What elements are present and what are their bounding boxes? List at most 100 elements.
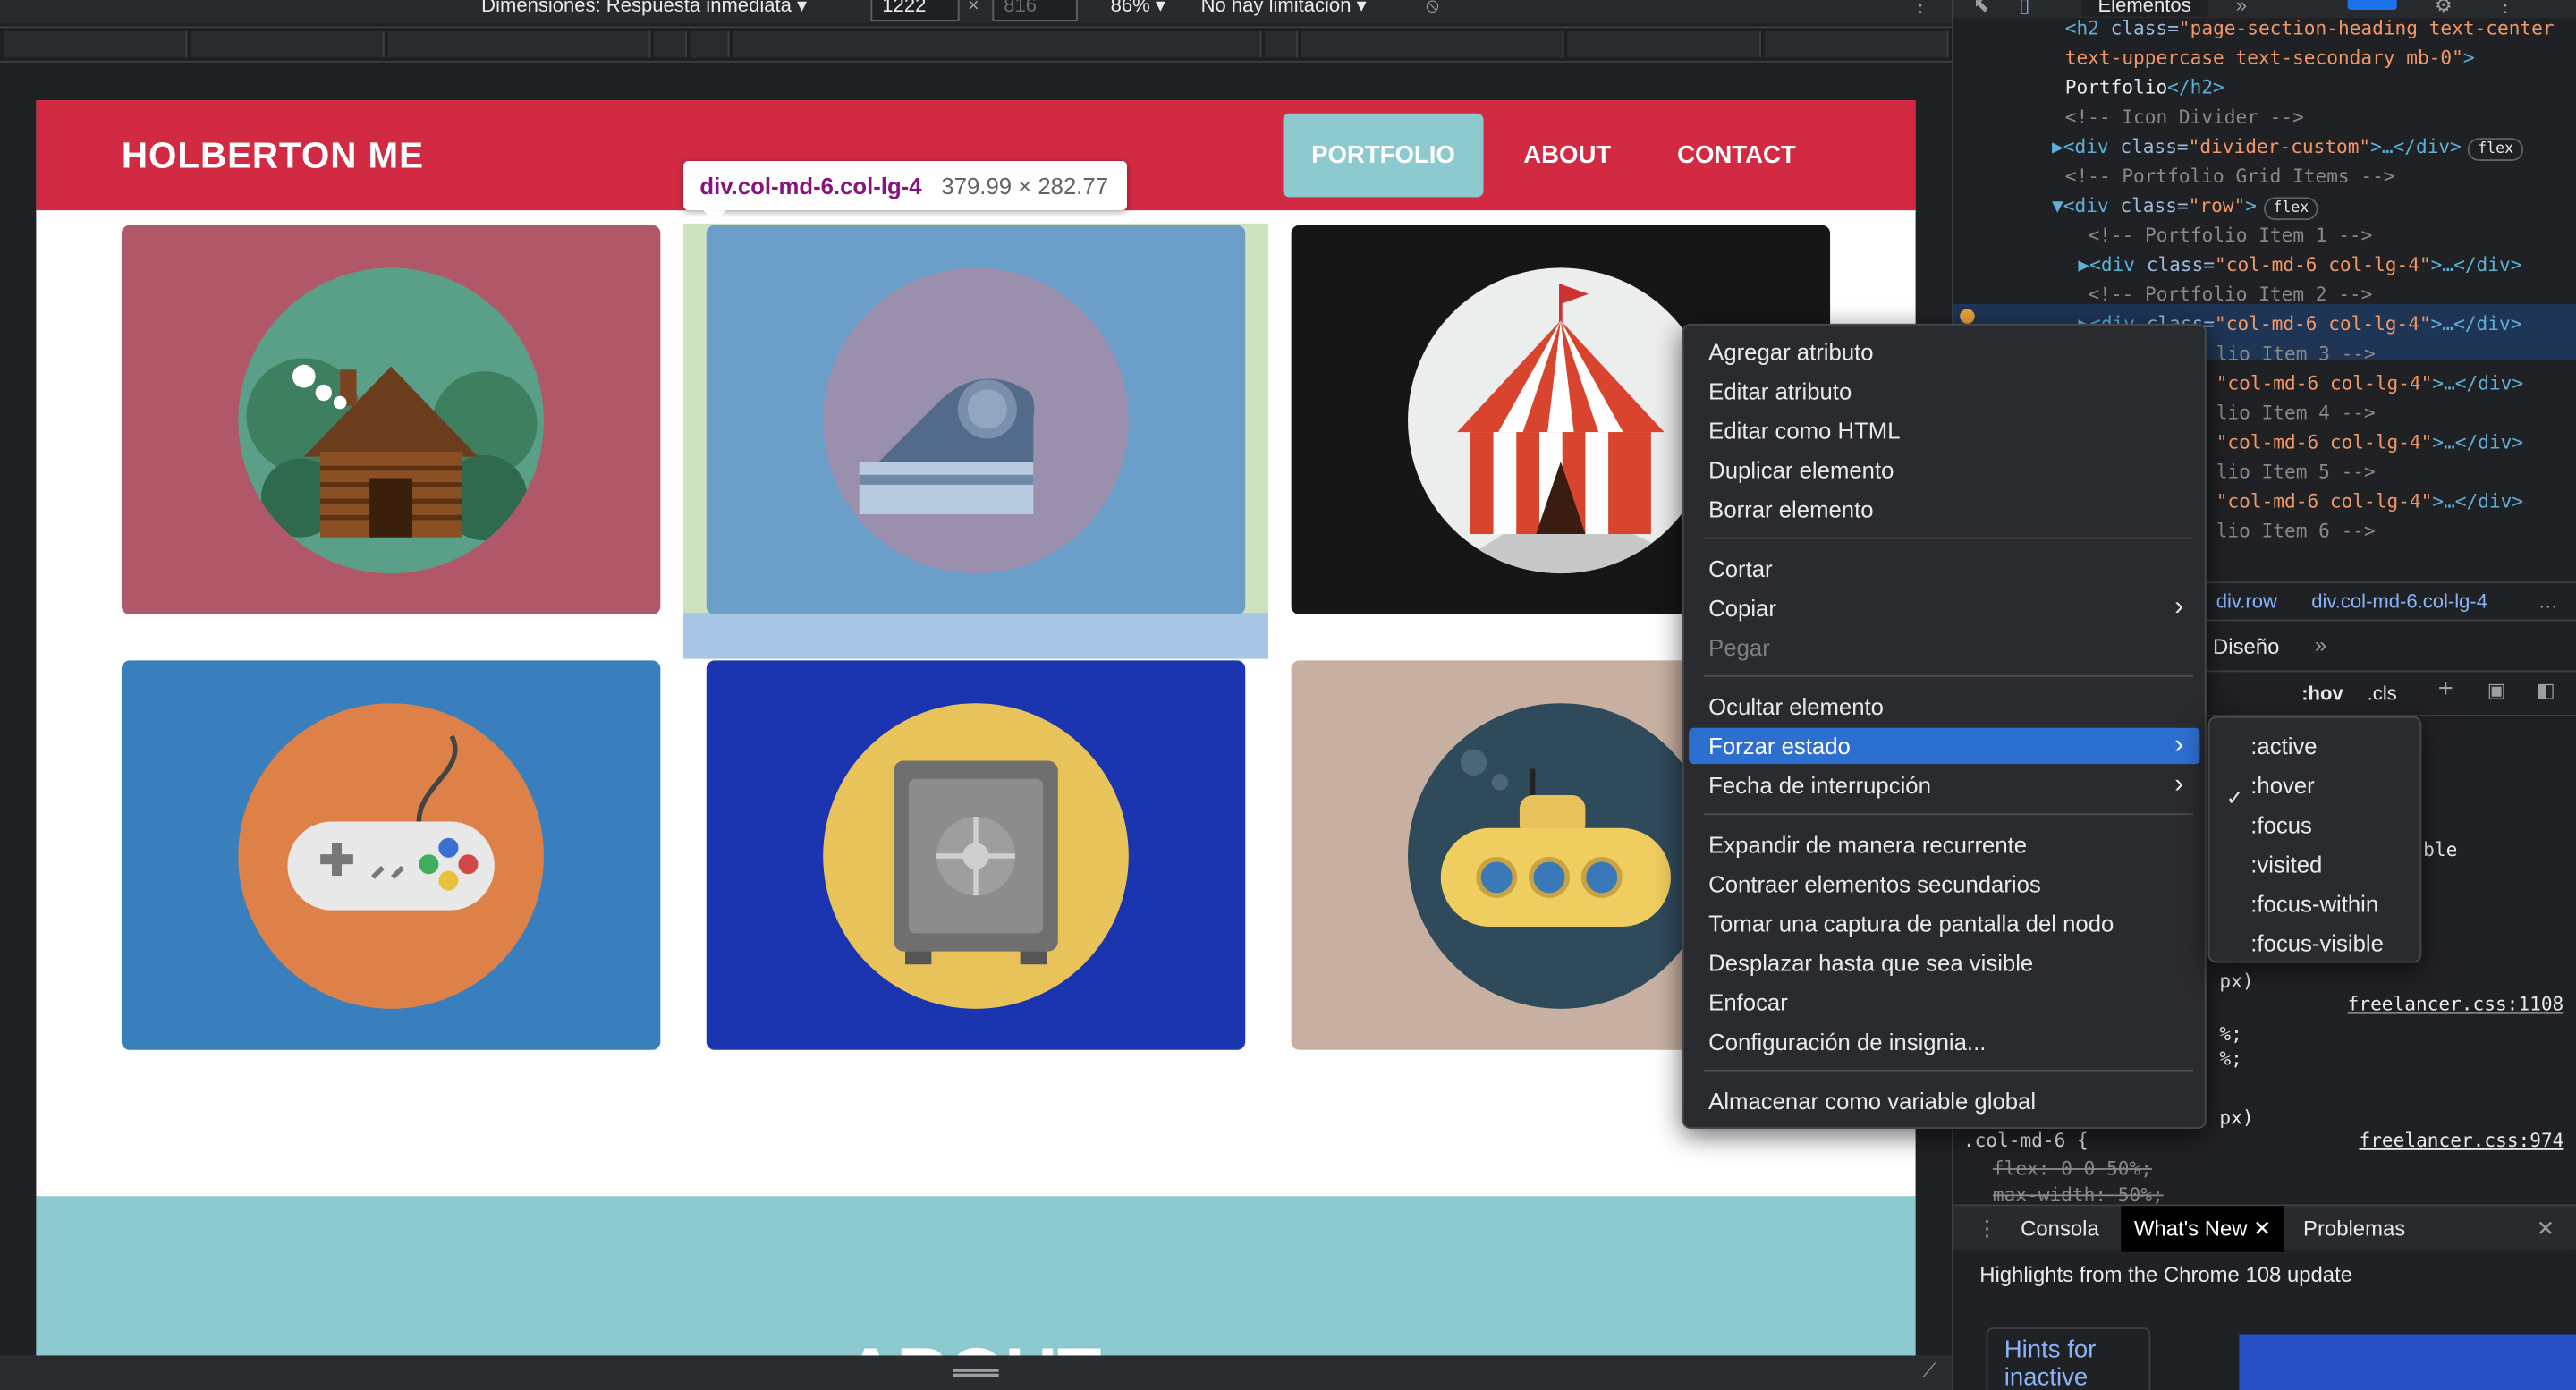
width-input[interactable]: 1222 bbox=[870, 0, 960, 21]
code-token: <!-- Portfolio Item 1 --> bbox=[2088, 223, 2373, 247]
context-menu-item[interactable]: Contraer elementos secundarios bbox=[1689, 866, 2199, 902]
hints-card[interactable]: Hints for inactive bbox=[1986, 1327, 2151, 1390]
stylesheet-link[interactable]: freelancer.css:1108 bbox=[2348, 992, 2564, 1015]
force-state-option[interactable]: :visited bbox=[2250, 846, 2322, 882]
code-token: </h2> bbox=[2167, 75, 2224, 99]
context-menu-item[interactable]: Editar como HTML bbox=[1689, 412, 2199, 448]
nav-about[interactable]: ABOUT bbox=[1504, 114, 1631, 198]
portfolio-item-cake[interactable] bbox=[706, 225, 1246, 615]
code-token: <!-- Portfolio Grid Items --> bbox=[2064, 164, 2395, 188]
flex-badge[interactable]: flex bbox=[2468, 138, 2524, 162]
zoom-dropdown[interactable]: 86% ▾ bbox=[1111, 0, 1165, 16]
media-query-bar[interactable] bbox=[0, 26, 1952, 63]
dom-node-line[interactable]: <!-- Portfolio Item 2 --> bbox=[2088, 279, 2372, 309]
stylesheet-link[interactable]: freelancer.css:974 bbox=[2360, 1129, 2564, 1152]
dom-node-line[interactable]: ▶<div class="col-md-6 col-lg-4">…</div> bbox=[2078, 250, 2521, 279]
tab-whats-new[interactable]: What's New ✕ bbox=[2121, 1206, 2284, 1252]
dom-node-line[interactable]: ▶<div class="divider-custom">…</div> flex bbox=[2052, 131, 2524, 162]
force-state-option[interactable]: :focus-visible bbox=[2250, 925, 2384, 961]
corner-resize-icon[interactable]: ⟋ bbox=[1922, 1359, 1936, 1384]
css-selector[interactable]: .col-md-6 { bbox=[1963, 1129, 2089, 1152]
message-badge[interactable] bbox=[2347, 0, 2397, 11]
portfolio-item-cabin[interactable] bbox=[121, 225, 661, 615]
paint-icon[interactable]: ▣ bbox=[2487, 679, 2506, 702]
code-token: "col-md-6 col-lg-4" bbox=[2216, 371, 2433, 394]
rotate-icon[interactable]: ⦸ bbox=[1426, 0, 1438, 18]
breadcrumb-more[interactable]: … bbox=[2538, 589, 2558, 613]
context-menu-item[interactable]: Duplicar elemento bbox=[1689, 452, 2199, 487]
dom-node-line[interactable]: lio Item 3 --> bbox=[2216, 338, 2376, 368]
add-rule-icon[interactable]: + bbox=[2438, 675, 2453, 705]
breakpoint-dot bbox=[1960, 309, 1975, 324]
dom-node-line[interactable]: <h2 class="page-section-heading text-cen… bbox=[2065, 13, 2555, 43]
resize-grip-icon[interactable] bbox=[953, 1369, 999, 1377]
dimensions-dropdown[interactable]: Dimensiones: Respuesta inmediata ▾ bbox=[481, 0, 807, 16]
context-menu-item[interactable]: Cortar bbox=[1689, 550, 2199, 586]
css-property[interactable]: flex: 0 0 50%; bbox=[1993, 1157, 2152, 1180]
dom-node-line[interactable]: <!-- Icon Divider --> bbox=[2065, 102, 2304, 131]
portfolio-item-game-controller[interactable] bbox=[121, 660, 661, 1050]
context-menu-item[interactable]: Enfocar bbox=[1689, 984, 2199, 1020]
context-menu-item[interactable]: Editar atributo bbox=[1689, 373, 2199, 409]
context-menu-item[interactable]: Ocultar elemento bbox=[1689, 689, 2199, 725]
context-menu-item[interactable]: Tomar una captura de pantalla del nodo bbox=[1689, 905, 2199, 941]
context-menu-item[interactable]: Configuración de insignia... bbox=[1689, 1023, 2199, 1059]
context-menu-item[interactable]: Almacenar como variable global bbox=[1689, 1083, 2199, 1119]
tab-layout[interactable]: Diseño bbox=[2213, 634, 2279, 659]
code-token: <h2 bbox=[2064, 16, 2111, 40]
flex-badge[interactable]: flex bbox=[2263, 197, 2319, 221]
more-panes-icon[interactable]: » bbox=[2315, 632, 2326, 657]
menu-separator bbox=[1703, 537, 2193, 539]
nav-portfolio[interactable]: PORTFOLIO bbox=[1283, 113, 1484, 198]
nav-contact[interactable]: CONTACT bbox=[1657, 114, 1815, 198]
context-menu-item[interactable]: Agregar atributo bbox=[1689, 334, 2199, 369]
drawer-menu-icon[interactable]: ⋮ bbox=[1977, 1216, 1998, 1242]
context-menu-item[interactable]: Desplazar hasta que sea visible bbox=[1689, 945, 2199, 980]
times-sign: × bbox=[967, 0, 979, 17]
site-brand[interactable]: HOLBERTON ME bbox=[122, 135, 424, 178]
dom-node-line[interactable]: <!-- Portfolio Item 1 --> bbox=[2088, 220, 2372, 250]
force-state-option[interactable]: :hover bbox=[2250, 767, 2314, 803]
close-drawer-icon[interactable]: ✕ bbox=[2537, 1216, 2555, 1242]
inspect-icon[interactable]: ⬉ bbox=[1973, 0, 1989, 16]
breadcrumb-col[interactable]: div.col-md-6.col-lg-4 bbox=[2311, 589, 2487, 613]
dom-node-line[interactable]: text-uppercase text-secondary mb-0"> bbox=[2065, 43, 2475, 72]
breadcrumb-row[interactable]: div.row bbox=[2216, 589, 2277, 613]
context-menu-item[interactable]: Forzar estado › bbox=[1689, 727, 2200, 765]
menu-item-label: Borrar elemento bbox=[1708, 496, 1874, 523]
dom-node-line[interactable]: ▼<div class="row"> flex bbox=[2052, 191, 2319, 221]
menu-item-label: Configuración de insignia... bbox=[1708, 1028, 1987, 1055]
context-menu-item[interactable]: Expandir de manera recurrente bbox=[1689, 826, 2199, 862]
dom-node-line[interactable]: <!-- Portfolio Grid Items --> bbox=[2065, 161, 2395, 191]
more-options-icon[interactable]: ⋮ bbox=[1911, 0, 1930, 16]
dom-node-line[interactable]: "col-md-6 col-lg-4">…</div> bbox=[2216, 428, 2523, 457]
context-menu-item[interactable]: Fecha de interrupción › bbox=[1689, 767, 2199, 803]
dom-node-line[interactable]: lio Item 4 --> bbox=[2216, 398, 2376, 428]
portfolio-item-safe[interactable] bbox=[706, 660, 1246, 1050]
code-token: "col-md-6 col-lg-4" bbox=[2215, 252, 2431, 276]
dom-node-line[interactable]: Portfolio</h2> bbox=[2065, 72, 2224, 102]
context-menu-item[interactable]: Borrar elemento bbox=[1689, 491, 2199, 527]
tab-console[interactable]: Consola bbox=[2021, 1216, 2099, 1241]
throttle-dropdown[interactable]: No hay limitación ▾ bbox=[1201, 0, 1367, 16]
dom-node-line[interactable]: "col-md-6 col-lg-4">…</div> bbox=[2216, 487, 2523, 516]
context-menu-item[interactable]: Copiar › bbox=[1689, 589, 2199, 625]
tab-issues[interactable]: Problemas bbox=[2303, 1216, 2405, 1241]
viewport-resize-bar[interactable]: ⟋ bbox=[0, 1355, 1952, 1390]
device-mode-icon[interactable]: ▯ bbox=[2019, 0, 2029, 16]
context-menu-item: Pegar bbox=[1689, 630, 2199, 665]
force-state-option[interactable]: :focus bbox=[2250, 807, 2312, 843]
cls-toggle[interactable]: .cls bbox=[2368, 682, 2397, 705]
force-state-option[interactable]: :focus-within bbox=[2250, 886, 2378, 921]
force-state-option[interactable]: :active bbox=[2250, 728, 2317, 764]
css-property[interactable]: max-width: 50%; bbox=[1993, 1183, 2164, 1207]
height-input[interactable]: 816 bbox=[992, 0, 1078, 21]
code-token: >…</div> bbox=[2370, 134, 2462, 158]
dom-node-line[interactable]: lio Item 5 --> bbox=[2216, 457, 2376, 487]
dom-node-line[interactable]: lio Item 6 --> bbox=[2216, 516, 2376, 546]
code-token: class= bbox=[2120, 193, 2189, 217]
hov-toggle[interactable]: :hov bbox=[2301, 682, 2343, 705]
dom-node-line[interactable]: "col-md-6 col-lg-4">…</div> bbox=[2216, 368, 2523, 397]
menu-item-label: Tomar una captura de pantalla del nodo bbox=[1708, 910, 2114, 937]
toggle-sidebar-icon[interactable]: ◧ bbox=[2537, 679, 2555, 702]
